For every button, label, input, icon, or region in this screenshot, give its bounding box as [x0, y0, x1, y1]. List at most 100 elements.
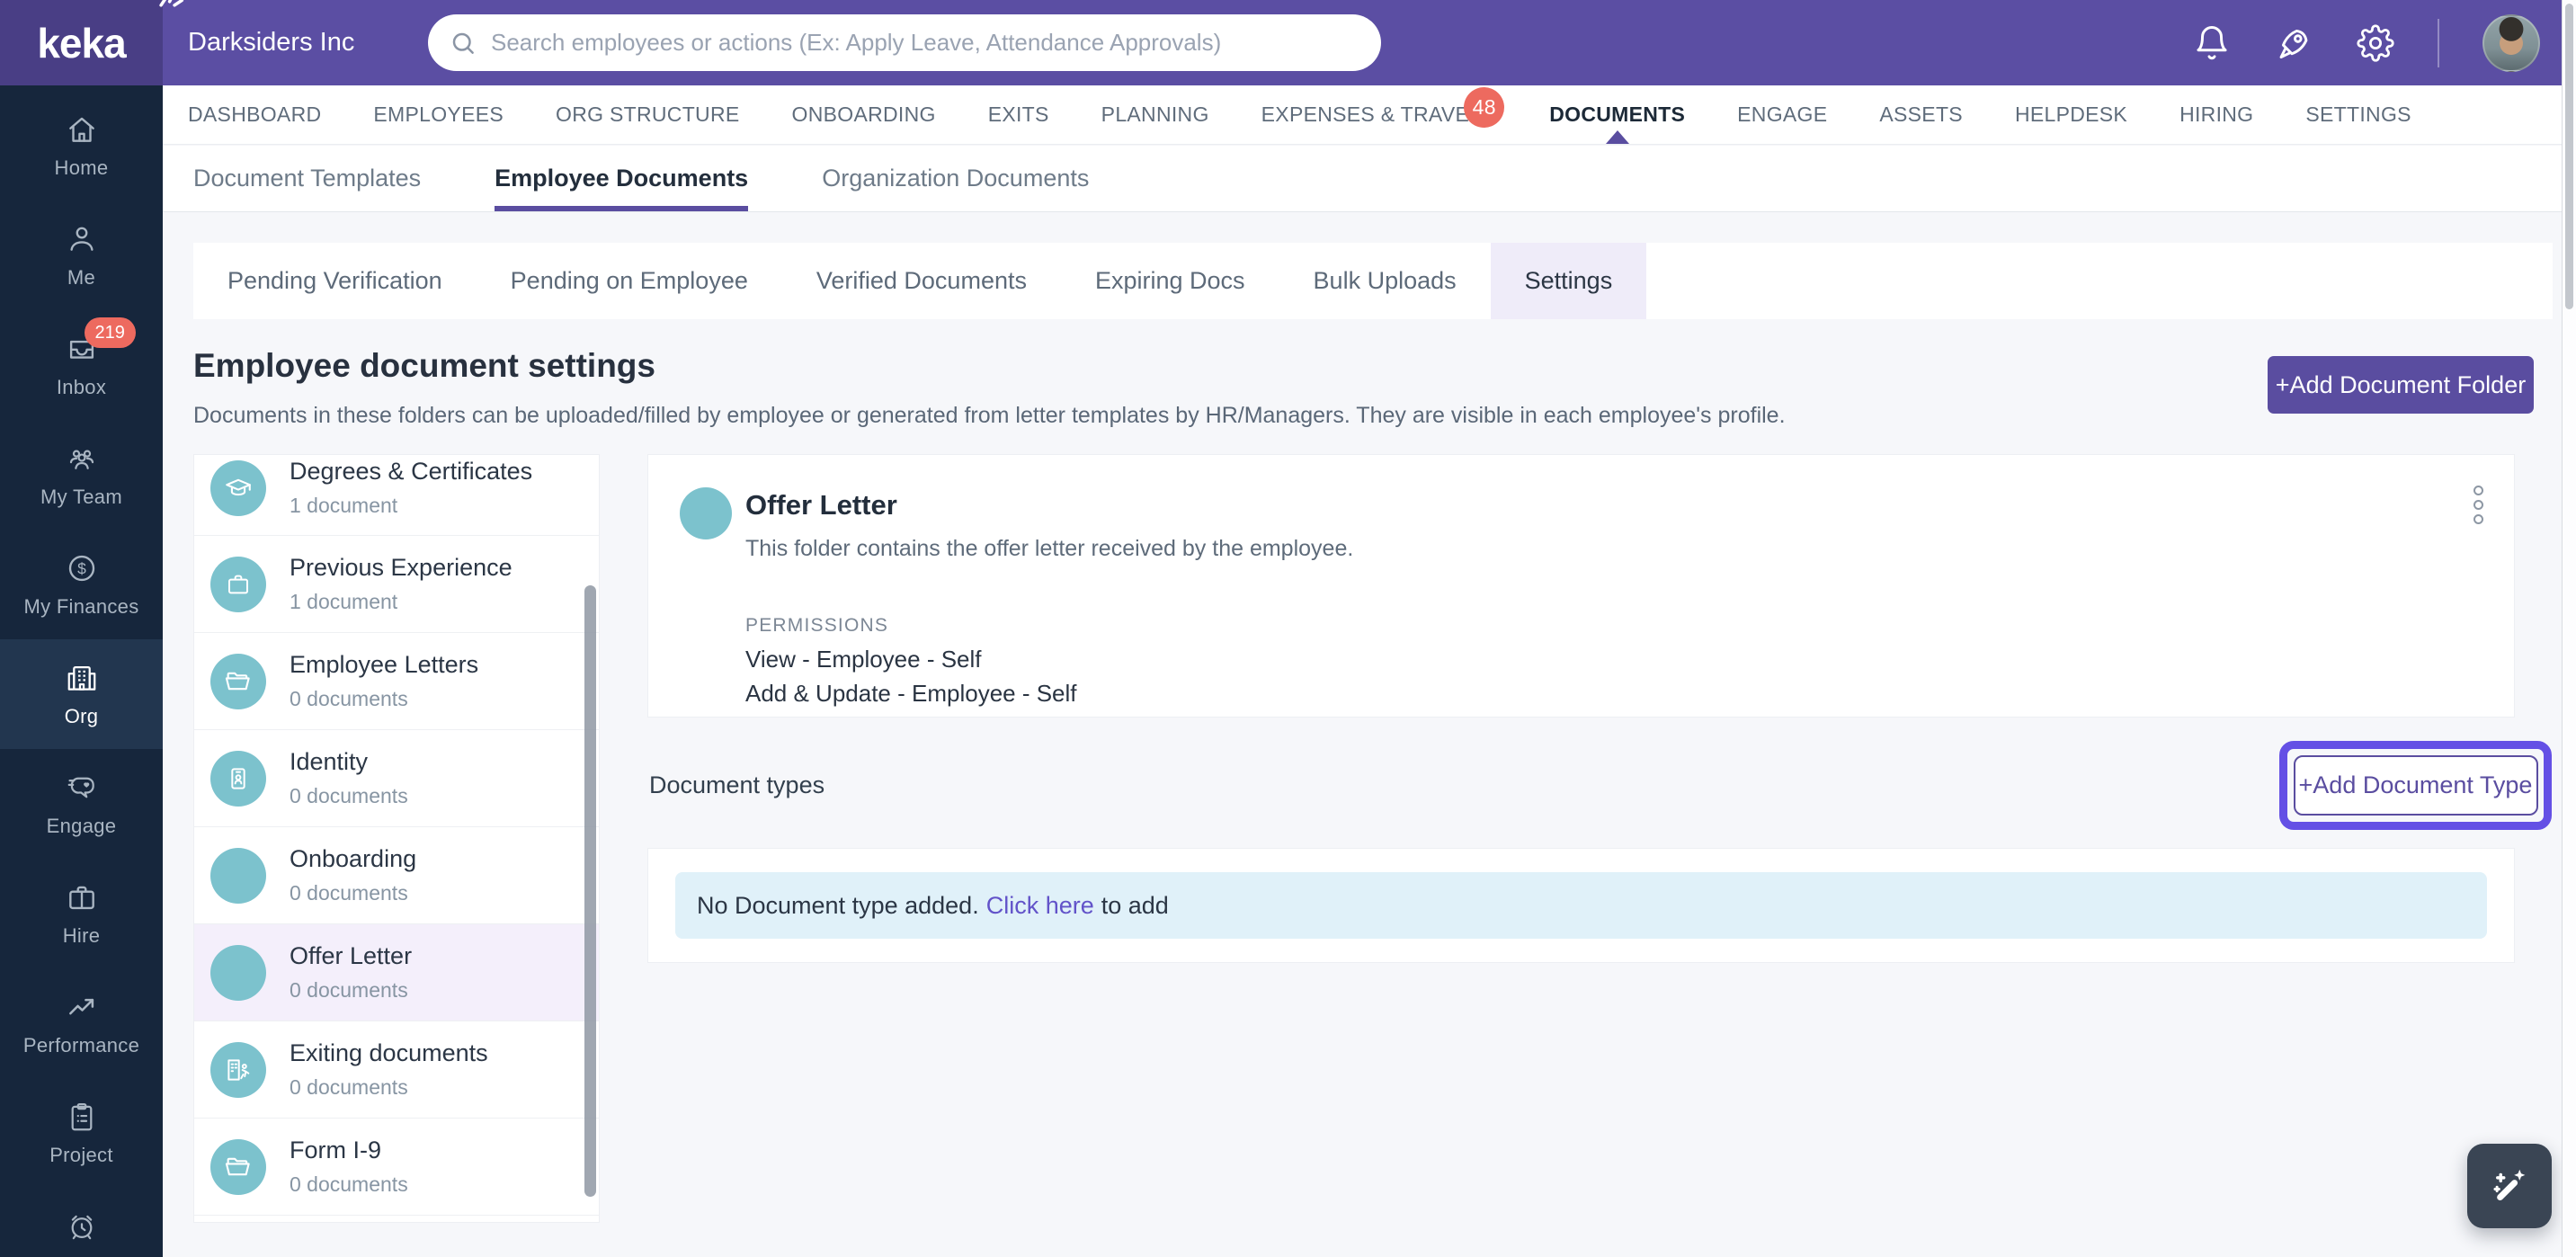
tab-bulk-uploads[interactable]: Bulk Uploads: [1279, 243, 1491, 319]
nav-assets[interactable]: ASSETS: [1879, 85, 1963, 144]
kebab-menu-icon[interactable]: [2468, 480, 2489, 530]
top-header: keka Darksiders Inc: [0, 0, 2576, 85]
trend-icon: [65, 990, 99, 1024]
sidebar-item-me[interactable]: Me: [0, 201, 163, 310]
folder-row-form-i9[interactable]: Form I-9 0 documents: [194, 1119, 599, 1216]
nav-expenses-travel[interactable]: EXPENSES & TRAVEL 48: [1261, 85, 1505, 144]
folder-row-previous-experience[interactable]: Previous Experience 1 document: [194, 536, 599, 633]
sidebar-item-home[interactable]: Home: [0, 91, 163, 201]
gear-icon[interactable]: [2357, 23, 2394, 62]
nav-documents[interactable]: DOCUMENTS: [1549, 85, 1685, 144]
folder-row-employee-letters[interactable]: Employee Letters 0 documents: [194, 633, 599, 730]
permissions-label: PERMISSIONS: [745, 615, 889, 636]
building-icon: [65, 661, 99, 695]
graduation-cap-icon: [210, 459, 266, 516]
notice-text: No Document type added.: [697, 891, 979, 919]
nav-onboarding[interactable]: ONBOARDING: [792, 85, 936, 144]
folder-count: 0 documents: [290, 881, 408, 905]
sidebar-item-time-attend[interactable]: Time Attend: [0, 1188, 163, 1257]
sidebar-item-engage[interactable]: Engage: [0, 749, 163, 859]
subnav-employee-documents[interactable]: Employee Documents: [495, 146, 749, 211]
sidebar-item-hire[interactable]: Hire: [0, 859, 163, 968]
page-scrollbar-thumb[interactable]: [2565, 4, 2573, 309]
sidebar-label: Inbox: [56, 375, 107, 398]
header-actions: [2193, 0, 2540, 85]
inbox-count-badge: 219: [84, 316, 136, 348]
sidebar-item-inbox[interactable]: 219 Inbox: [0, 310, 163, 420]
nav-employees[interactable]: EMPLOYEES: [373, 85, 504, 144]
folder-row-exiting-documents[interactable]: Exiting documents 0 documents: [194, 1021, 599, 1119]
document-types-empty-card: No Document type added. Click here to ad…: [647, 848, 2515, 963]
team-icon: [65, 441, 99, 476]
nav-exits[interactable]: EXITS: [988, 85, 1049, 144]
keka-logo[interactable]: keka: [0, 0, 184, 85]
rocket-icon[interactable]: [2274, 23, 2313, 63]
page-description: Documents in these folders can be upload…: [193, 403, 1786, 428]
folder-row-identity[interactable]: Identity 0 documents: [194, 730, 599, 827]
nav-hiring[interactable]: HIRING: [2179, 85, 2253, 144]
svg-text:$: $: [77, 559, 86, 577]
nav-label: DOCUMENTS: [1549, 103, 1686, 126]
bell-icon[interactable]: [2193, 24, 2231, 62]
folder-name: Previous Experience: [290, 554, 513, 581]
notice-text: to add: [1101, 891, 1169, 919]
subnav-document-templates[interactable]: Document Templates: [193, 146, 421, 211]
tab-pending-verification[interactable]: Pending Verification: [193, 243, 477, 319]
permission-view: View - Employee - Self: [745, 646, 982, 673]
folder-count: 0 documents: [290, 687, 408, 710]
click-here-link[interactable]: Click here: [986, 892, 1094, 920]
exit-building-icon: [210, 1041, 266, 1098]
nav-dashboard[interactable]: DASHBOARD: [188, 85, 321, 144]
folder-row-degrees-certificates[interactable]: Degrees & Certificates 1 document: [194, 455, 599, 536]
sidebar-item-project[interactable]: Project: [0, 1078, 163, 1188]
nav-settings[interactable]: SETTINGS: [2305, 85, 2411, 144]
folder-detail-title: Offer Letter: [745, 489, 897, 521]
folder-name: Degrees & Certificates: [290, 458, 533, 485]
folder-avatar-circle: [680, 487, 732, 539]
page-title: Employee document settings: [193, 347, 655, 384]
add-document-type-button[interactable]: +Add Document Type: [2293, 755, 2538, 816]
settings-tabstrip: Pending Verification Pending on Employee…: [193, 243, 2553, 319]
subnav-organization-documents[interactable]: Organization Documents: [822, 146, 1089, 211]
sidebar-item-my-finances[interactable]: $ My Finances: [0, 530, 163, 639]
folder-detail-description: This folder contains the offer letter re…: [745, 536, 1354, 561]
expenses-count-badge: 48: [1464, 87, 1505, 128]
global-search[interactable]: [428, 14, 1381, 71]
add-document-type-highlight: +Add Document Type: [2279, 741, 2552, 830]
company-name: Darksiders Inc: [188, 28, 355, 57]
folder-name: Form I-9: [290, 1137, 382, 1163]
sidebar-item-my-team[interactable]: My Team: [0, 420, 163, 530]
nav-engage[interactable]: ENGAGE: [1737, 85, 1827, 144]
header-divider: [2438, 18, 2439, 67]
magic-wand-icon: [2493, 1169, 2526, 1201]
folder-list-scrollbar[interactable]: [584, 585, 596, 1197]
add-document-folder-button[interactable]: +Add Document Folder: [2268, 356, 2534, 414]
user-avatar[interactable]: [2482, 13, 2540, 72]
search-icon: [452, 32, 474, 54]
tab-verified-documents[interactable]: Verified Documents: [782, 243, 1061, 319]
folder-row-offer-letter[interactable]: Offer Letter 0 documents: [194, 924, 599, 1021]
documents-subnav: Document Templates Employee Documents Or…: [163, 146, 2562, 212]
sidebar: Home Me 219 Inbox My Team $ My Finances …: [0, 85, 163, 1257]
folder-count: 0 documents: [290, 978, 408, 1002]
nav-planning[interactable]: PLANNING: [1101, 85, 1209, 144]
page-scrollbar[interactable]: [2562, 0, 2576, 1257]
folder-name: Employee Letters: [290, 651, 479, 678]
sidebar-item-performance[interactable]: Performance: [0, 968, 163, 1078]
tab-expiring-docs[interactable]: Expiring Docs: [1061, 243, 1279, 319]
ai-assistant-fab[interactable]: [2467, 1144, 2552, 1228]
logo-spark-icon: [159, 0, 184, 7]
folder-name: Onboarding: [290, 845, 417, 872]
sidebar-item-org[interactable]: Org: [0, 639, 163, 749]
keka-logo-text: keka: [37, 19, 126, 67]
sidebar-label: Me: [67, 265, 96, 289]
tab-settings[interactable]: Settings: [1490, 243, 1647, 319]
search-input[interactable]: [491, 29, 1370, 57]
nav-org-structure[interactable]: ORG STRUCTURE: [556, 85, 740, 144]
tab-pending-on-employee[interactable]: Pending on Employee: [477, 243, 782, 319]
folder-name: Offer Letter: [290, 942, 413, 969]
folder-row-onboarding[interactable]: Onboarding 0 documents: [194, 827, 599, 924]
main-content: Pending Verification Pending on Employee…: [163, 212, 2562, 1257]
nav-helpdesk[interactable]: HELPDESK: [2015, 85, 2127, 144]
chat-heart-icon: [65, 771, 99, 805]
